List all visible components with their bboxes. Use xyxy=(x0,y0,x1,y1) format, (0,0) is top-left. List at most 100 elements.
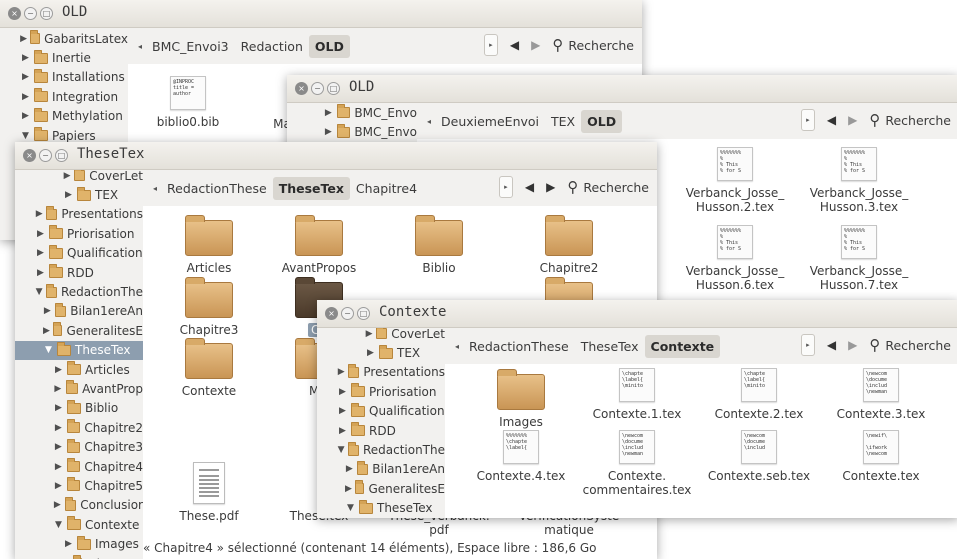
sidebar-item-inertie[interactable]: ▶ Inertie xyxy=(0,48,128,67)
sidebar-item-bmc-envo[interactable]: ▶ BMC_Envo xyxy=(287,122,417,141)
sidebar-item-gabaritslatex[interactable]: ▶ GabaritsLatex xyxy=(0,29,128,48)
expand-icon[interactable]: ▶ xyxy=(35,209,43,219)
breadcrumb-redactionthese[interactable]: RedactionThese xyxy=(161,177,273,200)
expand-icon[interactable]: ▶ xyxy=(53,500,62,510)
sidebar-item-bilan1erean[interactable]: ▶ Bilan1ereAn xyxy=(15,302,143,321)
file-item[interactable]: \newif\ \ifwork \newcom Contexte.tex xyxy=(819,430,943,483)
expand-icon[interactable]: ▶ xyxy=(53,403,64,413)
crumb-scroll-left-icon[interactable]: ◂ xyxy=(451,342,463,351)
forward-icon[interactable]: ▶ xyxy=(546,180,555,194)
expand-icon[interactable]: ▶ xyxy=(20,53,31,63)
sidebar-item-installations[interactable]: ▶ Installations xyxy=(0,68,128,87)
folder-item[interactable]: Articles xyxy=(159,214,259,275)
file-item[interactable]: These.pdf xyxy=(159,462,259,523)
breadcrumb-bmc-envoi3[interactable]: BMC_Envoi3 xyxy=(146,35,235,58)
crumb-scroll-left-icon[interactable]: ◂ xyxy=(423,117,435,126)
expander-icon[interactable]: ▶ xyxy=(323,127,334,137)
file-item[interactable]: %%%%%%% \chapte \label{Contexte.4.tex xyxy=(459,430,583,483)
sidebar-item-thesetex[interactable]: ▼ TheseTex xyxy=(15,340,143,360)
sidebar-item-contexte[interactable]: ▼ Contexte xyxy=(15,515,143,534)
file-item[interactable]: \chapte \label{ \minito Contexte.1.tex xyxy=(575,368,699,421)
sidebar-item-coverlet[interactable]: ▶ CoverLet xyxy=(317,328,445,343)
sidebar-item-chapitre4[interactable]: ▶ Chapitre4 xyxy=(15,457,143,476)
close-button[interactable]: × xyxy=(23,149,36,162)
minimize-button[interactable]: − xyxy=(311,82,324,95)
expand-icon[interactable]: ▶ xyxy=(35,229,46,239)
crumb-scroll-right-icon[interactable]: ▸ xyxy=(800,334,815,356)
sidebar-item-miseenpe[interactable]: ▶MiseEnPe xyxy=(15,554,143,559)
expand-icon[interactable]: ▶ xyxy=(53,462,64,472)
titlebar[interactable]: × − □ Contexte xyxy=(317,300,957,328)
expand-icon[interactable]: ▶ xyxy=(337,367,345,377)
folder-item[interactable]: Contexte xyxy=(159,337,259,398)
forward-icon[interactable]: ▶ xyxy=(848,338,857,352)
sidebar-item-methylation[interactable]: ▶ Methylation xyxy=(0,107,128,126)
back-icon[interactable]: ◀ xyxy=(510,38,519,52)
sidebar-item-generalitese[interactable]: ▶ GeneralitesE xyxy=(15,321,143,340)
back-icon[interactable]: ◀ xyxy=(525,180,534,194)
sidebar-item-integration[interactable]: ▶ Integration xyxy=(0,87,128,106)
sidebar-item-chapitre5[interactable]: ▶ Chapitre5 xyxy=(15,476,143,495)
crumb-scroll-left-icon[interactable]: ◂ xyxy=(134,42,146,51)
search-button[interactable]: ⚲ Recherche xyxy=(869,336,951,354)
expand-icon[interactable]: ▶ xyxy=(345,464,354,474)
breadcrumb-deuxiemeenvoi[interactable]: DeuxiemeEnvoi xyxy=(435,110,545,133)
expand-icon[interactable]: ▶ xyxy=(20,34,27,44)
close-button[interactable]: × xyxy=(325,307,338,320)
minimize-button[interactable]: − xyxy=(341,307,354,320)
back-icon[interactable]: ◀ xyxy=(827,338,836,352)
expand-icon[interactable]: ▶ xyxy=(63,190,74,200)
expand-icon[interactable]: ▶ xyxy=(53,365,64,375)
expand-icon[interactable]: ▶ xyxy=(365,348,376,358)
expand-icon[interactable]: ▶ xyxy=(337,406,348,416)
maximize-button[interactable]: □ xyxy=(357,307,370,320)
collapse-icon[interactable]: ▼ xyxy=(35,287,43,297)
expand-icon[interactable]: ▶ xyxy=(43,326,50,336)
sidebar-item-qualification[interactable]: ▶ Qualification xyxy=(15,244,143,263)
collapse-icon[interactable]: ▼ xyxy=(345,503,356,513)
sidebar-item-bilan1erean[interactable]: ▶ Bilan1ereAn xyxy=(317,460,445,479)
breadcrumb-redactionthese[interactable]: RedactionThese xyxy=(463,335,575,358)
breadcrumb-chapitre4[interactable]: Chapitre4 xyxy=(350,177,423,200)
expand-icon[interactable]: ▶ xyxy=(345,484,352,494)
collapse-icon[interactable]: ▼ xyxy=(337,445,345,455)
expand-icon[interactable]: ▶ xyxy=(63,539,74,549)
sidebar-item-presentations[interactable]: ▶ Presentations xyxy=(15,205,143,224)
sidebar-item-redactionthe[interactable]: ▼ RedactionThe xyxy=(317,440,445,459)
expand-icon[interactable]: ▶ xyxy=(35,268,46,278)
file-item[interactable]: %%%%%%% % % This % for S Verbanck_Josse_… xyxy=(799,147,919,214)
titlebar[interactable]: × − □ OLD xyxy=(0,0,642,28)
expand-icon[interactable]: ▶ xyxy=(337,426,348,436)
file-item[interactable]: \chapte \label{ \minito Contexte.2.tex xyxy=(697,368,821,421)
sidebar-item-images[interactable]: ▶ Images xyxy=(15,534,143,553)
crumb-scroll-left-icon[interactable]: ◂ xyxy=(149,184,161,193)
expand-icon[interactable]: ▶ xyxy=(53,384,63,394)
titlebar[interactable]: × − □ TheseTex xyxy=(15,142,657,170)
sidebar-item-chapitre3[interactable]: ▶ Chapitre3 xyxy=(15,437,143,456)
breadcrumb-thesetex[interactable]: TheseTex xyxy=(272,176,350,200)
file-item[interactable]: \newcom \docume \includ \newman Contexte.… xyxy=(819,368,943,421)
sidebar-item-bmc-envo[interactable]: ▶ BMC_Envo xyxy=(287,103,417,122)
sidebar-item-coverlet[interactable]: ▶ CoverLet xyxy=(15,170,143,185)
expand-icon[interactable]: ▶ xyxy=(53,442,64,452)
sidebar-item-rdd[interactable]: ▶ RDD xyxy=(317,421,445,440)
close-button[interactable]: × xyxy=(295,82,308,95)
maximize-button[interactable]: □ xyxy=(55,149,68,162)
sidebar-item-avantprop[interactable]: ▶ AvantProp xyxy=(15,379,143,398)
sidebar-item-biblio[interactable]: ▶ Biblio xyxy=(15,399,143,418)
sidebar-item-articles[interactable]: ▶ Articles xyxy=(15,360,143,379)
crumb-scroll-right-icon[interactable]: ▸ xyxy=(800,109,815,131)
expand-icon[interactable]: ▶ xyxy=(365,329,373,339)
expand-icon[interactable]: ▶ xyxy=(337,387,348,397)
file-item[interactable]: %%%%%%% % % This % for S Verbanck_Josse_… xyxy=(675,147,795,214)
file-item[interactable]: \newcom \docume \includ \newman Contexte.… xyxy=(575,430,699,497)
expand-icon[interactable]: ▶ xyxy=(63,171,71,181)
search-button[interactable]: ⚲ Recherche xyxy=(552,36,634,54)
sidebar-item-tex[interactable]: ▶ TEX xyxy=(317,343,445,362)
expand-icon[interactable]: ▶ xyxy=(53,481,64,491)
sidebar-item-conclusior[interactable]: ▶ Conclusior xyxy=(15,496,143,515)
crumb-scroll-right-icon[interactable]: ▸ xyxy=(498,176,513,198)
file-item[interactable]: %%%%%%% % % This % for S Verbanck_Josse_… xyxy=(675,225,795,292)
collapse-icon[interactable]: ▼ xyxy=(43,345,54,355)
expand-icon[interactable]: ▶ xyxy=(53,423,64,433)
